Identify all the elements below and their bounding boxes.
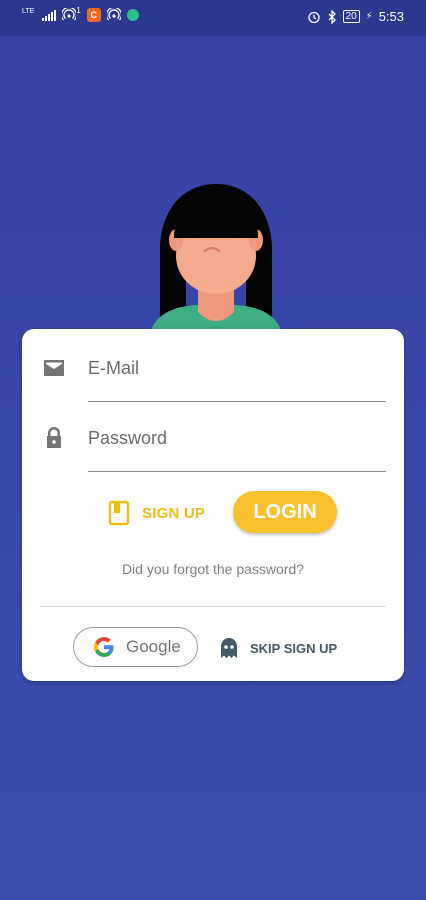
sign-up-button[interactable]: SIGN UP [102,496,218,530]
google-label: Google [126,637,181,656]
password-row [22,407,404,472]
hotspot-icon [62,8,77,21]
network-type: LTE [22,7,35,15]
battery-icon: 20 [342,10,360,23]
ghost-icon [221,638,237,658]
book-icon [108,500,130,526]
mail-icon [44,360,64,376]
hotspot-icon [106,8,121,21]
password-field[interactable] [88,416,386,460]
skip-sign-up-label: SKIP SIGN UP [250,640,338,656]
sign-up-label: SIGN UP [142,504,206,522]
charging-icon: ⚡ [365,11,373,22]
forgot-password-link[interactable]: Did you forgot the password? [22,561,404,577]
bluetooth-icon [328,9,336,24]
alarm-icon [307,11,320,23]
divider [40,606,386,607]
password-underline [88,471,386,472]
login-button[interactable]: LOGIN [233,491,337,533]
app-notification-icon [126,9,139,21]
google-sign-in-button[interactable]: Google [73,627,198,667]
email-row [22,337,404,402]
lock-icon [47,427,61,448]
skip-sign-up-button[interactable]: SKIP SIGN UP [218,634,348,662]
sim-badge: 1 [76,5,81,15]
login-card: SIGN UP LOGIN Did you forgot the passwor… [22,329,404,681]
status-bar: LTE 1 C 20 ⚡ 5:53 [0,0,426,36]
email-underline [88,401,386,402]
clock: 5:53 [378,9,404,24]
girl-illustration [149,184,283,340]
app-notification-icon: C [86,8,101,22]
email-field[interactable] [88,346,386,390]
google-logo-icon [94,637,114,657]
signal-icon [42,9,57,21]
